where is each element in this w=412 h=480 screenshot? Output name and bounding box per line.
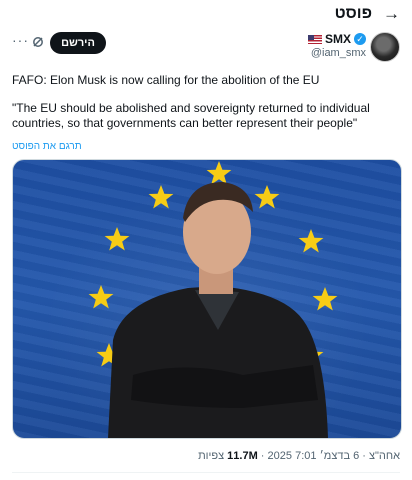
- eu-star-icon: [104, 227, 130, 251]
- page-title: פוסט: [334, 5, 372, 22]
- post-meta: אחה"צ · 6 בדצמ׳ 7:01 2025 · 11.7M צפיות: [198, 450, 400, 462]
- back-arrow-icon[interactable]: →: [383, 5, 400, 22]
- views-label: צפיות: [198, 450, 225, 462]
- eu-star-icon: [88, 285, 114, 309]
- meta-separator: ·: [257, 450, 265, 462]
- divider: [12, 472, 400, 473]
- post-text: FAFO: Elon Musk is now calling for the a…: [12, 73, 400, 131]
- eu-star-icon: [312, 287, 338, 311]
- translate-post-link[interactable]: תרגם את הפוסט: [12, 141, 82, 152]
- eu-star-icon: [298, 229, 324, 253]
- eu-flag-portrait-image: [88, 161, 338, 438]
- post-header: SMX ✓ @iam_smx הירשם ···: [0, 30, 412, 64]
- eu-star-icon: [206, 161, 232, 185]
- author-name[interactable]: SMX: [325, 32, 351, 46]
- grok-icon[interactable]: [32, 36, 44, 48]
- more-icon[interactable]: ···: [12, 33, 29, 47]
- post-quote: "The EU should be abolished and sovereig…: [12, 101, 370, 130]
- us-flag-icon: [307, 34, 322, 44]
- eu-star-icon: [148, 185, 174, 209]
- author-info[interactable]: SMX ✓ @iam_smx: [307, 32, 366, 59]
- author-handle[interactable]: @iam_smx: [308, 47, 366, 59]
- views-count: 11.7M: [227, 450, 258, 462]
- eu-star-icon: [254, 185, 280, 209]
- verified-badge-icon: ✓: [354, 33, 366, 45]
- post-line-1: FAFO: Elon Musk is now calling for the a…: [12, 73, 320, 87]
- person-figure: [108, 182, 328, 438]
- post-time[interactable]: 7:01 2025: [268, 450, 317, 462]
- post-date[interactable]: אחה"צ · 6 בדצמ׳: [320, 450, 400, 462]
- post-image[interactable]: [12, 159, 402, 439]
- top-bar: → פוסט: [0, 0, 412, 28]
- follow-button[interactable]: הירשם: [50, 32, 106, 54]
- avatar[interactable]: [370, 32, 400, 62]
